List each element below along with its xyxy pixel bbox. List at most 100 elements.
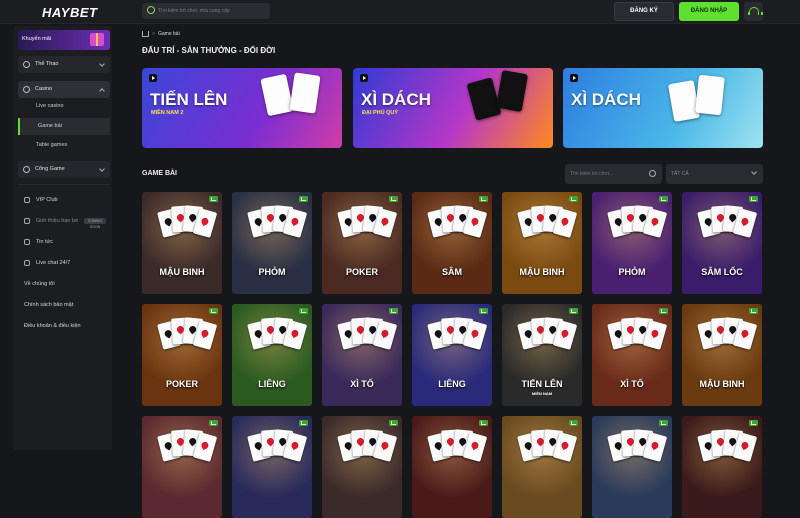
sidebar-item-game-portal[interactable]: Cổng Game [18, 161, 110, 178]
game-tile[interactable]: XÌ TỐ [322, 304, 402, 406]
sidebar-item-news[interactable]: Tin tức [18, 234, 110, 250]
breadcrumb-current: Game bài [158, 31, 180, 37]
game-name: LIÊNG [438, 379, 466, 389]
sidebar-sub-live-casino[interactable]: Live casino [18, 98, 110, 115]
sidebar-item-live-chat[interactable]: Live chat 24/7 [18, 255, 110, 271]
game-tile[interactable]: PHỎM [232, 192, 312, 294]
game-tile[interactable]: MẬU BINH [502, 192, 582, 294]
game-filter-select[interactable]: TẤT CẢ [666, 164, 763, 184]
banner-title: XÌ DÁCH [571, 90, 641, 109]
sidebar-item-sports[interactable]: Thể Thao [18, 56, 110, 73]
gamepad-icon [23, 166, 30, 173]
register-button[interactable]: ĐĂNG KÝ [614, 2, 674, 21]
global-search-input[interactable] [158, 3, 266, 19]
play-icon [149, 74, 157, 82]
game-name: MẬU BINH [519, 267, 565, 277]
game-tile[interactable]: POKER [142, 304, 222, 406]
game-tag-icon [479, 420, 488, 426]
game-tag-icon [659, 196, 668, 202]
game-tag-icon [299, 196, 308, 202]
game-name: PHỎM [618, 267, 646, 277]
game-tag-icon [749, 196, 758, 202]
play-icon [570, 74, 578, 82]
game-tag-icon [299, 420, 308, 426]
playing-card-icon [695, 74, 725, 116]
banner-tien-len[interactable]: TIẾN LÊN MIỀN NAM 2 [142, 68, 342, 148]
haybet-logo[interactable]: HAYBET [42, 5, 97, 20]
top-bar: HAYBET ĐĂNG KÝ ĐĂNG NHẬP [0, 0, 800, 24]
game-tile[interactable] [502, 416, 582, 518]
news-icon [24, 239, 30, 245]
game-tag-icon [209, 308, 218, 314]
sidebar-item-referral[interactable]: Giới thiệu bạn bè COMING SOON [18, 213, 110, 229]
search-icon [147, 6, 155, 14]
sidebar-sub-game-bai[interactable]: Game bài [18, 118, 110, 135]
headset-icon[interactable] [744, 2, 763, 21]
game-tag-icon [389, 420, 398, 426]
playing-card-icon [495, 70, 529, 112]
banner-xi-dach-dai-phu-quy[interactable]: XÌ DÁCH ĐẠI PHÚ QUÝ [353, 68, 553, 148]
game-tile[interactable]: LIÊNG [232, 304, 312, 406]
game-name: XÌ TỐ [350, 379, 374, 389]
playing-card-icon [260, 73, 294, 117]
gift-icon [90, 33, 104, 46]
game-tag-icon [569, 196, 578, 202]
games-title: GAME BÀI [142, 170, 177, 177]
chevron-down-icon [751, 169, 757, 175]
sidebar-link-privacy[interactable]: Chính sách bảo mật [18, 297, 110, 313]
game-name: SÂM LỐC [701, 267, 743, 277]
sidebar: Khuyến mãi Thể Thao Casino Live casino G… [14, 26, 112, 450]
breadcrumb-separator: > [152, 31, 155, 37]
game-tile[interactable]: LIÊNG [412, 304, 492, 406]
game-search[interactable] [565, 164, 662, 184]
game-tile[interactable]: TIẾN LÊN MIỀN NAM [502, 304, 582, 406]
game-tile[interactable]: MẬU BINH [142, 192, 222, 294]
game-tile[interactable] [322, 416, 402, 518]
game-name: MẬU BINH [159, 267, 205, 277]
sidebar-item-casino[interactable]: Casino [18, 81, 110, 98]
game-search-input[interactable] [570, 164, 648, 184]
game-name: POKER [345, 267, 378, 277]
banner-title: TIẾN LÊN [150, 90, 228, 109]
chevron-down-icon [99, 61, 105, 67]
soccer-ball-icon [23, 61, 30, 68]
game-name: XÌ TỐ [620, 379, 644, 389]
game-tile[interactable] [412, 416, 492, 518]
section-title: ĐẤU TRÍ - SẴN THƯỞNG - ĐỔI ĐỜI [142, 46, 276, 55]
game-tile[interactable]: MẬU BINH [682, 304, 762, 406]
game-tile[interactable] [142, 416, 222, 518]
promotions-banner[interactable]: Khuyến mãi [18, 30, 110, 50]
game-tag-icon [659, 420, 668, 426]
game-tag-icon [659, 308, 668, 314]
sidebar-divider [18, 184, 110, 185]
promotions-label: Khuyến mãi [22, 36, 52, 42]
game-tile[interactable]: SÂM [412, 192, 492, 294]
global-search[interactable] [142, 3, 270, 19]
chevron-up-icon [99, 88, 105, 94]
chevron-down-icon [99, 166, 105, 172]
game-tile[interactable]: POKER [322, 192, 402, 294]
game-name: SÂM [442, 267, 462, 277]
sidebar-item-vip-club[interactable]: VIP Club [18, 192, 110, 208]
banner-xi-dach[interactable]: XÌ DÁCH [563, 68, 763, 148]
game-tile[interactable] [592, 416, 672, 518]
playing-card-icon [289, 72, 321, 114]
game-tag-icon [389, 196, 398, 202]
sidebar-link-terms[interactable]: Điều khoản & điều kiện [18, 318, 110, 334]
game-name: TIẾN LÊN [521, 379, 563, 389]
game-tile[interactable]: SÂM LỐC [682, 192, 762, 294]
game-tag-icon [389, 308, 398, 314]
game-tile[interactable]: XÌ TỐ [592, 304, 672, 406]
game-tile[interactable]: PHỎM [592, 192, 672, 294]
game-tag-icon [209, 420, 218, 426]
sidebar-link-about[interactable]: Về chúng tôi [18, 276, 110, 292]
casino-chip-icon [23, 86, 30, 93]
game-tile[interactable] [232, 416, 312, 518]
game-name: PHỎM [258, 267, 286, 277]
search-icon [649, 170, 656, 177]
sidebar-sub-table-games[interactable]: Table games [18, 137, 110, 154]
home-icon[interactable] [142, 31, 149, 37]
user-plus-icon [24, 218, 30, 224]
login-button[interactable]: ĐĂNG NHẬP [679, 2, 739, 21]
game-tile[interactable] [682, 416, 762, 518]
